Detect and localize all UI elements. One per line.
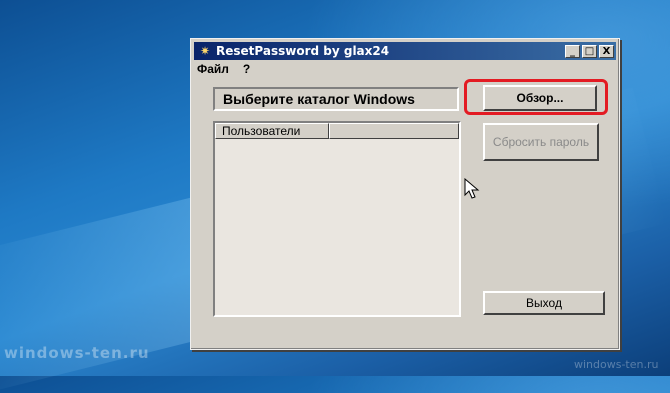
maximize-button[interactable]: □ bbox=[582, 44, 597, 58]
menu-help[interactable]: ? bbox=[243, 62, 250, 76]
window-controls: _ □ X bbox=[565, 44, 614, 58]
exit-button[interactable]: Выход bbox=[483, 291, 605, 315]
watermark-right: windows-ten.ru bbox=[574, 358, 659, 371]
close-button[interactable]: X bbox=[599, 44, 614, 58]
windows-directory-value: Выберите каталог Windows bbox=[223, 91, 415, 107]
reset-password-button[interactable]: Сбросить пароль bbox=[483, 123, 599, 161]
app-icon: ✷ bbox=[199, 44, 211, 58]
mouse-cursor-icon bbox=[464, 178, 480, 199]
users-list[interactable]: Пользователи bbox=[213, 121, 461, 317]
watermark-left: windows-ten.ru bbox=[4, 344, 150, 362]
users-list-header: Пользователи bbox=[215, 123, 459, 139]
title-bar[interactable]: ✷ ResetPassword by glax24 _ □ X bbox=[194, 42, 616, 60]
windows-directory-field[interactable]: Выберите каталог Windows bbox=[213, 87, 459, 111]
menu-file[interactable]: Файл bbox=[197, 62, 229, 76]
column-users[interactable]: Пользователи bbox=[215, 123, 329, 139]
window-title: ResetPassword by glax24 bbox=[216, 44, 390, 58]
column-empty[interactable] bbox=[329, 123, 459, 139]
browse-highlight-frame bbox=[464, 79, 608, 115]
menu-bar: Файл ? bbox=[197, 61, 250, 77]
reset-password-window: ✷ ResetPassword by glax24 _ □ X Файл ? В… bbox=[190, 38, 620, 350]
minimize-button[interactable]: _ bbox=[565, 44, 580, 58]
